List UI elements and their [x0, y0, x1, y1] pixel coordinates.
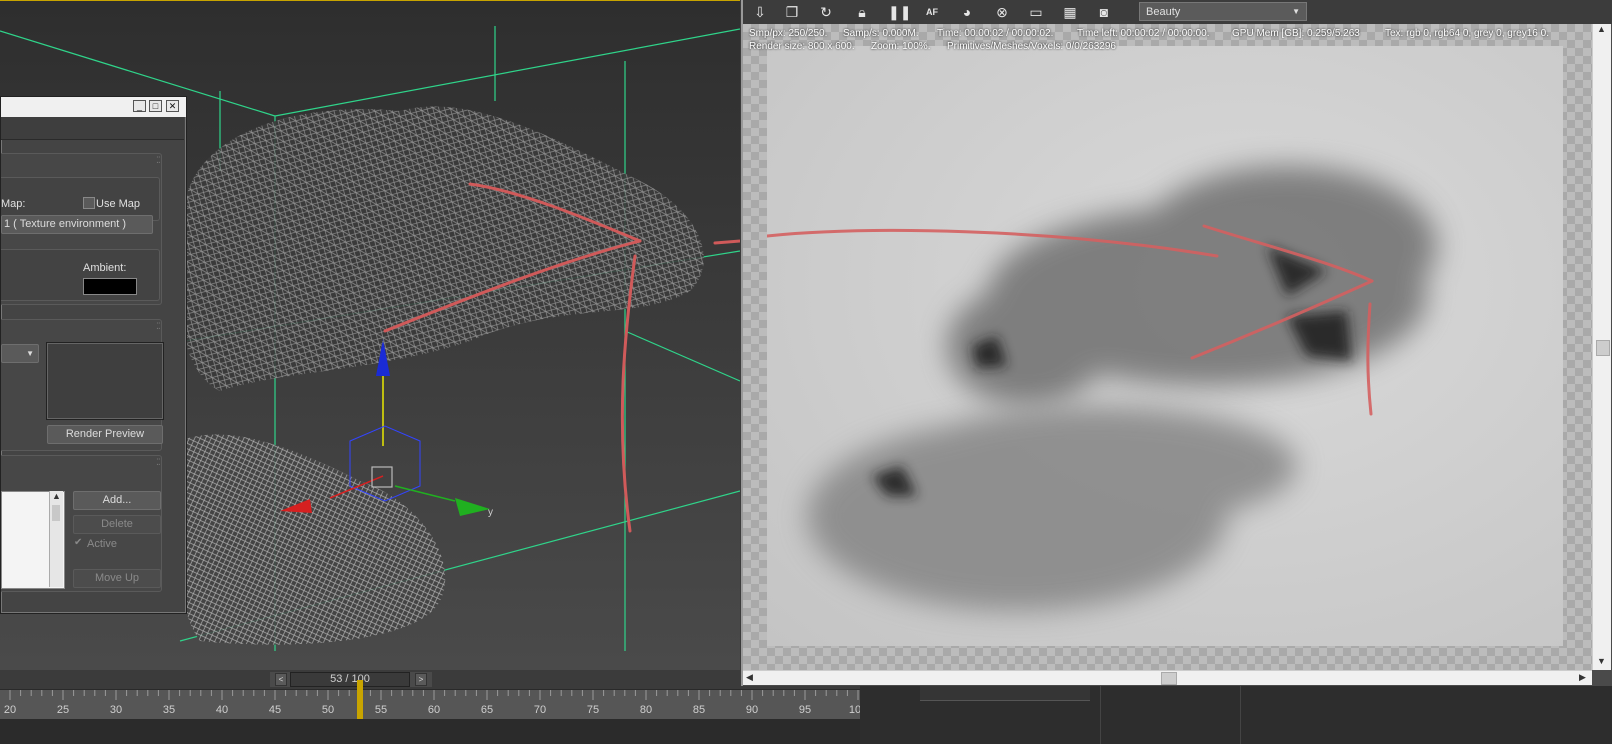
render-window: ⇩ ❐ ↻ 🔒︎ ❚❚ AF ◕ ⊗ ▭ ▦ ◙ Beauty ▼ Smp/px… [741, 0, 1612, 686]
scroll-up-icon[interactable]: ▲ [1597, 24, 1606, 34]
timeline-track[interactable]: 20 25 30 35 40 45 50 55 60 65 70 75 80 85 90 95 100 [0, 680, 867, 730]
timeline-tick-label: 60 [427, 704, 441, 716]
render-vertical-scrollbar[interactable]: ▲ ▼ [1592, 24, 1611, 670]
environment-effects-dialog: _ □ ✕ ⁚⁚ Map: Use Map 1 ( Texture enviro… [0, 96, 187, 614]
divider [1240, 686, 1241, 744]
timeline-tick-label: 85 [692, 704, 706, 716]
timeline-tick-label: 40 [215, 704, 229, 716]
stat-zoom: Zoom: 100%. [871, 41, 931, 52]
render-horizontal-scrollbar[interactable]: ◀ ▶ [743, 670, 1592, 685]
timeline-tick-label: 45 [268, 704, 282, 716]
timeline-ticks [9, 690, 859, 700]
divider [1100, 686, 1101, 744]
save-image-icon[interactable]: ⇩ [751, 3, 769, 21]
lock-icon[interactable]: 🔒︎ [853, 3, 871, 21]
timeline-tick-label: 70 [533, 704, 547, 716]
scroll-down-icon[interactable]: ▼ [1597, 656, 1606, 666]
camera-icon[interactable]: ◙ [1095, 3, 1113, 21]
rollout-grip-icon[interactable]: ⁚⁚ [156, 155, 161, 166]
vertical-scroll-thumb[interactable] [1596, 340, 1610, 356]
stat-time: Time: 00:00:02 / 00:00:02. [937, 28, 1054, 39]
close-button[interactable]: ✕ [166, 100, 179, 112]
scroll-thumb[interactable] [52, 505, 60, 521]
pick-focus-icon[interactable]: ⊗ [993, 3, 1011, 21]
timeline-tick-label: 65 [480, 704, 494, 716]
effects-list-scrollbar[interactable]: ▲ [49, 491, 63, 587]
trackbar-strip [0, 719, 860, 744]
status-panel [860, 686, 1612, 744]
active-check-icon[interactable]: ✔ [74, 537, 82, 548]
status-field [920, 686, 1090, 701]
dialog-menubar [1, 117, 184, 140]
horizontal-scroll-thumb[interactable] [1161, 672, 1177, 685]
exposure-preview-thumbnail [46, 342, 164, 420]
maximize-button[interactable]: □ [149, 100, 162, 112]
stat-render-size: Render size: 800 x 600. [749, 41, 855, 52]
render-pass-dropdown[interactable]: Beauty ▼ [1139, 2, 1307, 21]
move-up-button[interactable]: Move Up [73, 569, 161, 588]
timeline-tick-label: 55 [374, 704, 388, 716]
rollout-grip-icon[interactable]: ⁚⁚ [156, 321, 161, 332]
delete-effect-button[interactable]: Delete [73, 515, 161, 534]
frame-display[interactable]: 53 / 100 [290, 672, 410, 687]
use-map-label: Use Map [96, 198, 141, 210]
minimize-button[interactable]: _ [133, 100, 146, 112]
prev-frame-button[interactable]: < [275, 673, 287, 686]
add-effect-button[interactable]: Add... [73, 491, 161, 510]
gizmo-y-axis-label: y [488, 507, 493, 518]
timeline-tick-label: 35 [162, 704, 176, 716]
timeline-tick-label: 50 [321, 704, 335, 716]
restart-render-icon[interactable]: ↻ [817, 3, 835, 21]
timeline-tick-label: 95 [798, 704, 812, 716]
active-label: Active [87, 538, 117, 550]
scroll-right-icon[interactable]: ▶ [1579, 672, 1586, 683]
timeline-tick-label: 30 [109, 704, 123, 716]
render-canvas[interactable]: Smp/px: 250/250. Samp/s: 0.000M. Time: 0… [743, 24, 1592, 670]
ambient-color-swatch[interactable] [83, 278, 137, 295]
pause-icon[interactable]: ❚❚ [888, 3, 911, 21]
stat-time-left: Time left: 00:00:02 / 00:00:00. [1077, 28, 1210, 39]
render-preview-button[interactable]: Render Preview [47, 425, 163, 444]
timeline-tick-label: 75 [586, 704, 600, 716]
autofocus-icon[interactable]: AF [923, 3, 941, 21]
environment-map-button[interactable]: 1 ( Texture environment ) [1, 215, 153, 234]
copy-image-icon[interactable]: ❐ [783, 3, 801, 21]
stat-textures: Tex: rgb 0, rgb64 0, grey 0, grey16 0. [1385, 28, 1549, 39]
stat-samples-per-second: Samp/s: 0.000M. [843, 28, 919, 39]
region-render-icon[interactable]: ▦ [1061, 3, 1079, 21]
timeline-tick-label: 80 [639, 704, 653, 716]
map-label: Map: [1, 198, 26, 210]
color-correction-icon[interactable]: ◕ [958, 3, 976, 21]
rendered-image [767, 46, 1563, 646]
scroll-left-icon[interactable]: ◀ [746, 672, 753, 683]
stat-primitives: Primitives/Meshes/Voxels: 0/0/263296 [947, 41, 1116, 52]
timeline-tick-label: 20 [3, 704, 17, 716]
stat-gpu-memory: GPU Mem [GB]: 0.259/5.263 [1232, 28, 1360, 39]
scroll-up-icon[interactable]: ▲ [50, 491, 63, 501]
stat-samples-per-pixel: Smp/px: 250/250. [749, 28, 828, 39]
chevron-down-icon: ▼ [1292, 7, 1300, 16]
timeline-tick-label: 90 [745, 704, 759, 716]
ambient-label: Ambient: [83, 262, 127, 274]
next-frame-button[interactable]: > [415, 673, 427, 686]
use-map-checkbox[interactable] [83, 197, 95, 209]
render-toolbar: ⇩ ❐ ↻ 🔒︎ ❚❚ AF ◕ ⊗ ▭ ▦ ◙ Beauty ▼ [743, 0, 1612, 24]
rendered-clouds [767, 166, 1437, 611]
cloud-mesh-lower [176, 434, 446, 645]
time-slider[interactable]: < 53 / 100 > [270, 672, 432, 687]
render-pass-value: Beauty [1146, 6, 1181, 18]
exposure-type-dropdown[interactable]: ▼ [1, 344, 39, 363]
rollout-grip-icon[interactable]: ⁚⁚ [156, 457, 161, 468]
display-icon[interactable]: ▭ [1027, 3, 1045, 21]
timeline-tick-label: 25 [56, 704, 70, 716]
